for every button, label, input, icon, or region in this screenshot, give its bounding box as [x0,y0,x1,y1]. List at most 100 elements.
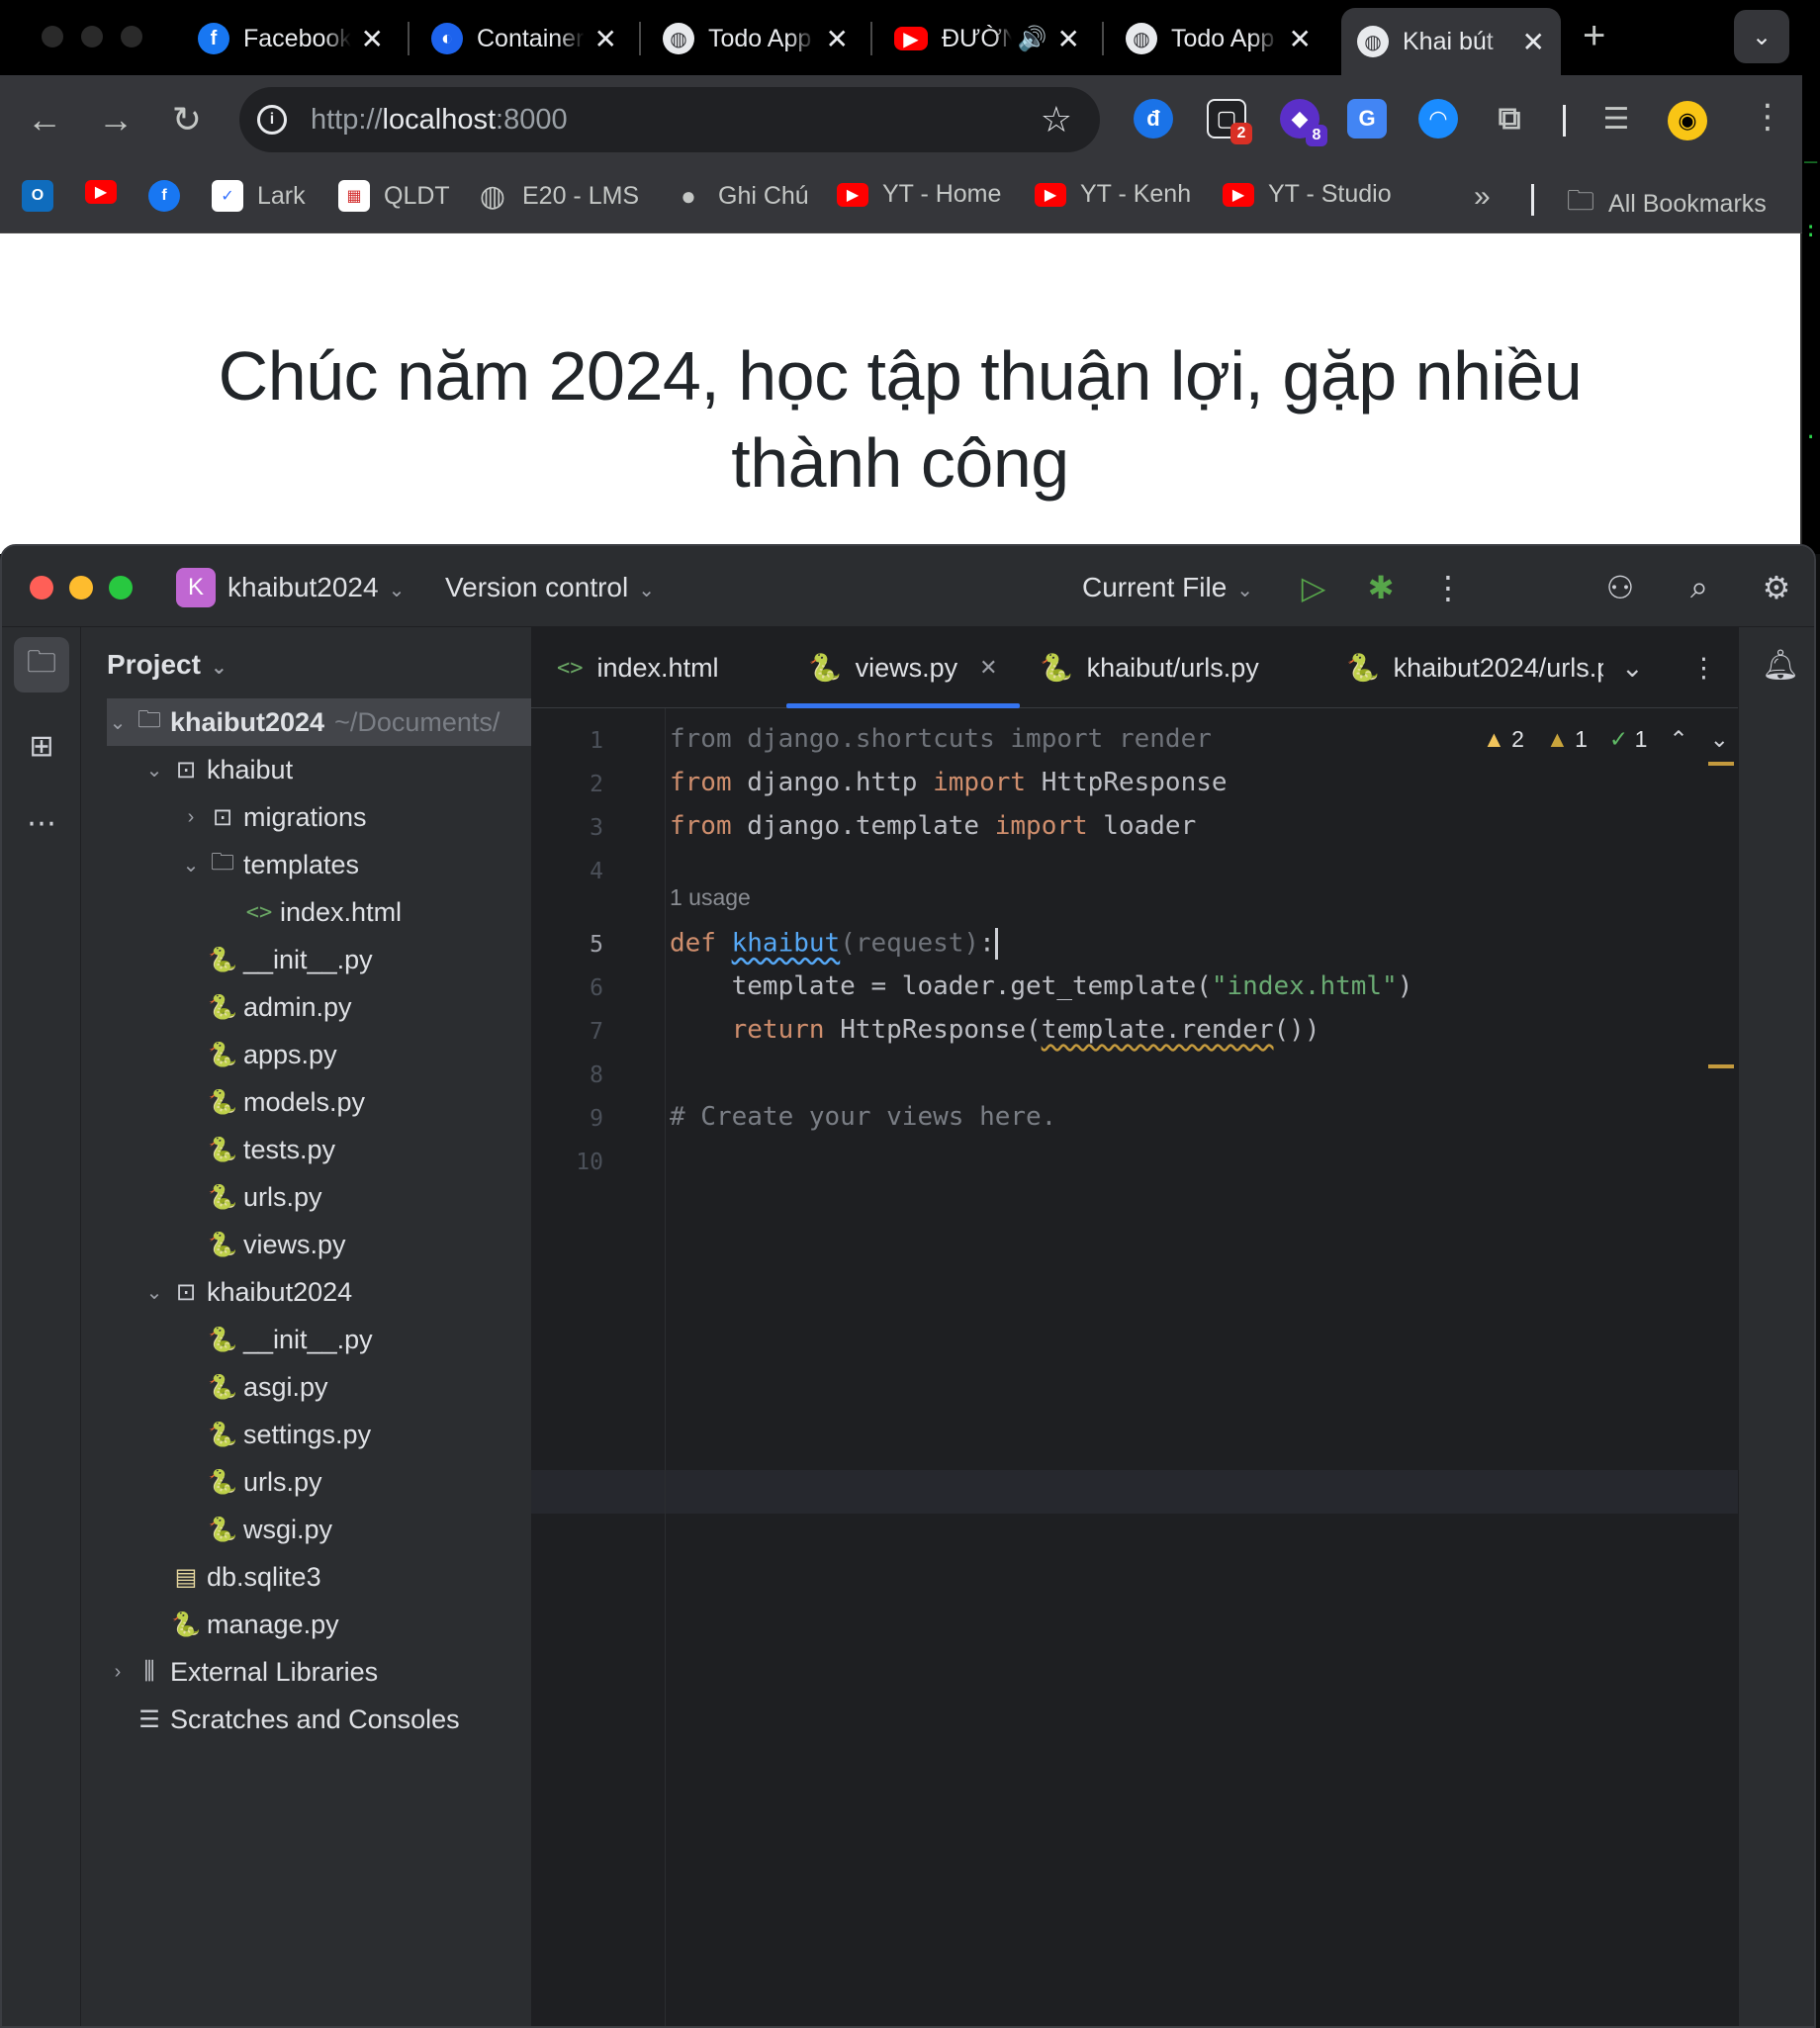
capture-extension-icon[interactable]: ▢ 2 [1207,99,1252,144]
profile-avatar[interactable]: ◉ [1668,101,1707,140]
error-stripe-marker[interactable] [1708,1064,1734,1068]
tree-item[interactable]: 🐍 __init__.py [81,936,531,983]
tree-item[interactable]: ⌄ 🗀 khaibut2024 ~/Documents/ [107,698,531,746]
bookmark-yt-studio[interactable]: ▶ YT - Studio [1223,180,1392,209]
chevron-right-icon[interactable]: › [107,1661,129,1684]
code-line-7[interactable]: return HttpResponse(template.render()) [670,1015,1320,1045]
tree-item[interactable]: › ⫼ External Libraries [81,1648,531,1696]
run-config-selector[interactable]: Current File ⌄ [1082,572,1253,603]
editor-tab-views-py[interactable]: 🐍 views.py ✕ [786,627,1020,708]
back-button[interactable]: ← [20,95,69,144]
tree-item[interactable]: 🐍 admin.py [81,983,531,1031]
code-line-5[interactable]: def khaibut(request): [670,928,998,960]
tree-item[interactable]: ⌄ 🗀 templates [81,841,531,888]
usage-hint[interactable]: 1 usage [670,884,751,911]
mask-icon[interactable]: ◠ [1418,99,1458,138]
search-icon[interactable]: ⌕ [1678,566,1721,609]
chevron-down-icon[interactable]: ⌄ [143,1280,165,1305]
chevron-right-icon[interactable]: › [180,806,202,829]
code-line-1[interactable]: from django.shortcuts import render [670,724,1212,754]
run-icon[interactable]: ▷ [1292,566,1335,609]
error-stripe-marker[interactable] [1708,762,1734,766]
tab-youtube[interactable]: ▶ ĐƯỜNG 🔊 ✕ [878,8,1096,69]
tree-item[interactable]: <> index.html [81,888,531,936]
all-bookmarks-button[interactable]: 🗀 All Bookmarks [1567,180,1767,228]
close-icon[interactable]: ✕ [1057,23,1080,55]
tree-item[interactable]: 🐍 asgi.py [81,1363,531,1411]
editor-tab-index-html[interactable]: <> index.html [557,627,719,708]
add-user-icon[interactable]: ⚇ [1598,566,1642,609]
window-minimize-dot[interactable] [81,26,103,47]
tree-item[interactable]: 🐍 views.py [81,1221,531,1268]
more-menu-icon[interactable]: ⋮ [1751,97,1784,137]
bookmark-yt-kenh[interactable]: ▶ YT - Kenh [1035,180,1191,209]
chevron-down-icon[interactable]: ⌄ [1710,726,1729,753]
window-zoom-dot[interactable] [121,26,142,47]
window-close-dot[interactable] [42,26,63,47]
tree-item[interactable]: 🐍 urls.py [81,1458,531,1506]
close-icon[interactable]: ✕ [361,23,384,55]
tree-item[interactable]: 🐍 apps.py [81,1031,531,1078]
bookmark-star-icon[interactable]: ☆ [1041,99,1072,140]
zoom-window-button[interactable] [109,576,133,599]
close-icon[interactable]: ✕ [594,23,617,55]
d-extension-icon[interactable]: đ [1134,99,1173,138]
code-line-3[interactable]: from django.template import loader [670,811,1196,841]
address-bar[interactable]: i http://localhost:8000 ☆ [239,87,1100,152]
tree-item[interactable]: 🐍 manage.py [81,1601,531,1648]
tree-item[interactable]: ☰ Scratches and Consoles [81,1696,531,1743]
more-tools-button[interactable]: ⋯ [14,795,69,851]
bookmark-lark[interactable]: ✓ Lark [212,180,306,212]
minimize-window-button[interactable] [69,576,93,599]
puzzle-icon[interactable]: ⧉ [1490,99,1529,138]
more-bookmarks-icon[interactable]: » [1474,180,1491,214]
project-badge[interactable]: K [176,568,216,607]
translate-icon[interactable]: G [1347,99,1387,138]
tree-item[interactable]: 🐍 tests.py [81,1126,531,1173]
tabs-dropdown-button[interactable]: ⌄ [1621,627,1644,708]
editor-tab-khaibut2024-urls[interactable]: 🐍 khaibut2024/urls.py [1346,627,1603,708]
chevron-down-icon[interactable]: ⌄ [107,710,129,735]
editor-tab-khaibut-urls[interactable]: 🐍 khaibut/urls.py [1040,627,1259,708]
bookmark-e20-lms[interactable]: ◍ E20 - LMS [477,180,639,213]
bookmark-outlook[interactable]: O [22,180,53,212]
info-icon[interactable]: i [257,105,287,135]
close-icon[interactable]: ✕ [1522,26,1545,58]
tab-todo-app[interactable]: ◍ Todo App ✕ [647,8,864,69]
gear-icon[interactable]: ⚙ [1755,566,1798,609]
tab-khai-but[interactable]: ◍ Khai bút ✕ [1341,8,1561,75]
tree-item[interactable]: 🐍 wsgi.py [81,1506,531,1553]
project-panel-title[interactable]: Project ⌄ [107,649,228,681]
bookmark-ghi-chu[interactable]: ● Ghi Chú [673,180,809,212]
tab-facebook[interactable]: f Facebook ✕ [182,8,400,69]
tree-item[interactable]: ⌄ ⊡ khaibut2024 [81,1268,531,1316]
project-tool-button[interactable]: 🗀 [14,637,69,692]
forward-button[interactable]: → [91,95,140,144]
inspection-widget[interactable]: ▲ 2 ▲ 1 ✓ 1 ⌃ ⌄ [1483,726,1729,753]
tree-item[interactable]: 🐍 settings.py [81,1411,531,1458]
vcs-selector[interactable]: Version control ⌄ [445,572,655,603]
reload-button[interactable]: ↻ [162,95,212,144]
tree-item[interactable]: › ⊡ migrations [81,793,531,841]
bookmark-youtube[interactable]: ▶ [85,180,117,204]
project-selector[interactable]: khaibut2024 ⌄ [228,572,405,603]
chevron-up-icon[interactable]: ⌃ [1669,726,1687,753]
new-tab-button[interactable]: + [1583,14,1605,58]
notifications-button[interactable]: 🔔︎ [1753,637,1808,692]
bookmark-qldt[interactable]: ▦ QLDT [338,180,450,212]
tree-item[interactable]: ▤ db.sqlite3 [81,1553,531,1601]
close-icon[interactable]: ✕ [826,23,849,55]
tabs-more-icon[interactable]: ⋮ [1690,627,1717,708]
code-line-9[interactable]: # Create your views here. [670,1102,1056,1132]
media-control-icon[interactable]: ☰ [1596,99,1636,138]
tab-containers[interactable]: ◐ Containers ✕ [415,8,633,69]
close-icon[interactable]: ✕ [1289,23,1312,55]
purple-extension-icon[interactable]: ◆ 8 [1280,99,1327,146]
close-window-button[interactable] [30,576,53,599]
tab-search-button[interactable]: ⌄ [1734,10,1789,63]
debug-icon[interactable]: ✱ [1359,566,1403,609]
speaker-icon[interactable]: 🔊 [1018,25,1047,53]
bookmark-facebook[interactable]: f [148,180,180,212]
structure-tool-button[interactable]: ⊞ [14,718,69,774]
code-line-6[interactable]: template = loader.get_template("index.ht… [670,971,1413,1001]
